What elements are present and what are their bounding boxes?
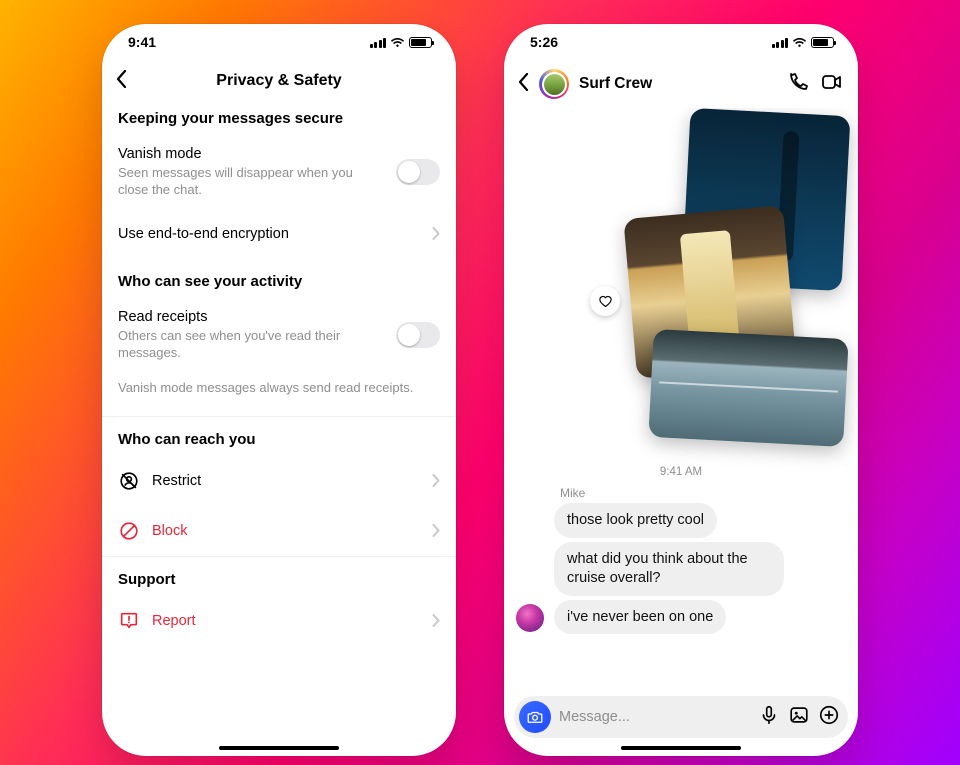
report-icon <box>118 610 140 632</box>
video-icon <box>820 70 844 94</box>
add-button[interactable] <box>818 704 840 731</box>
sender-avatar[interactable] <box>516 604 544 632</box>
read-receipts-title: Read receipts <box>118 308 384 326</box>
media-image-3[interactable] <box>648 329 848 447</box>
home-indicator <box>219 746 339 750</box>
video-call-button[interactable] <box>820 70 844 99</box>
vanish-mode-toggle[interactable] <box>396 159 440 185</box>
plus-circle-icon <box>818 704 840 726</box>
phone-icon <box>786 70 810 94</box>
heart-outline-icon <box>598 294 613 309</box>
camera-icon <box>526 708 544 726</box>
message-row: those look pretty cool <box>516 503 846 538</box>
message-bubble[interactable]: i've never been on one <box>554 600 726 635</box>
back-button[interactable] <box>116 70 127 93</box>
message-bubble[interactable]: what did you think about the cruise over… <box>554 542 784 596</box>
gallery-button[interactable] <box>788 704 810 731</box>
e2ee-title: Use end-to-end encryption <box>118 225 420 243</box>
cell-signal-icon <box>772 37 789 48</box>
cell-signal-icon <box>370 37 387 48</box>
read-receipts-desc: Others can see when you've read their me… <box>118 328 384 362</box>
message-row: i've never been on one <box>516 600 846 635</box>
wifi-icon <box>792 37 807 48</box>
section-reach-heading: Who can reach you <box>102 417 456 456</box>
vanish-mode-row[interactable]: Vanish mode Seen messages will disappear… <box>102 135 456 209</box>
sender-name: Mike <box>560 486 846 500</box>
status-bar: 9:41 <box>102 24 456 60</box>
composer-input[interactable]: Message... <box>559 709 750 725</box>
chevron-right-icon <box>432 474 440 487</box>
thread-title[interactable]: Surf Crew <box>579 75 776 93</box>
read-receipts-toggle[interactable] <box>396 322 440 348</box>
restrict-row[interactable]: Restrict <box>102 456 456 506</box>
media-collage[interactable] <box>596 112 846 452</box>
composer: Message... <box>514 696 848 738</box>
thread-avatar[interactable] <box>539 69 569 99</box>
restrict-icon <box>118 470 140 492</box>
vanish-mode-desc: Seen messages will disappear when you cl… <box>118 165 384 199</box>
page-title: Privacy & Safety <box>216 72 341 90</box>
read-receipts-footnote-row: Vanish mode messages always send read re… <box>102 372 456 416</box>
chevron-right-icon <box>432 614 440 627</box>
report-label: Report <box>152 612 420 630</box>
e2ee-row[interactable]: Use end-to-end encryption <box>102 209 456 259</box>
chevron-right-icon <box>432 524 440 537</box>
section-activity-heading: Who can see your activity <box>102 259 456 298</box>
back-button[interactable] <box>518 73 529 96</box>
block-icon <box>118 520 140 542</box>
report-row[interactable]: Report <box>102 596 456 646</box>
chat-body[interactable]: 9:41 AM Mike those look pretty cool what… <box>504 108 858 688</box>
read-receipts-footnote: Vanish mode messages always send read re… <box>118 380 440 397</box>
chat-nav: Surf Crew <box>504 60 858 108</box>
section-secure-heading: Keeping your messages secure <box>102 102 456 135</box>
block-label: Block <box>152 522 420 540</box>
camera-button[interactable] <box>519 701 551 733</box>
audio-call-button[interactable] <box>786 70 810 99</box>
chevron-left-icon <box>518 73 529 91</box>
section-support-heading: Support <box>102 557 456 596</box>
chevron-right-icon <box>432 227 440 240</box>
mic-icon <box>758 704 780 726</box>
status-right <box>772 37 835 48</box>
message-bubble[interactable]: those look pretty cool <box>554 503 717 538</box>
chat-phone: 5:26 Surf Crew 9:41 AM Mike <box>504 24 858 756</box>
image-icon <box>788 704 810 726</box>
status-bar: 5:26 <box>504 24 858 60</box>
chevron-left-icon <box>116 70 127 88</box>
read-receipts-row[interactable]: Read receipts Others can see when you've… <box>102 298 456 372</box>
voice-button[interactable] <box>758 704 780 731</box>
wifi-icon <box>390 37 405 48</box>
message-row: what did you think about the cruise over… <box>516 542 846 596</box>
status-time: 9:41 <box>128 34 156 50</box>
status-time: 5:26 <box>530 34 558 50</box>
react-button[interactable] <box>590 286 620 316</box>
battery-icon <box>409 37 432 48</box>
home-indicator <box>621 746 741 750</box>
restrict-label: Restrict <box>152 472 420 490</box>
block-row[interactable]: Block <box>102 506 456 556</box>
settings-nav: Privacy & Safety <box>102 60 456 102</box>
vanish-mode-title: Vanish mode <box>118 145 384 163</box>
settings-phone: 9:41 Privacy & Safety Keeping your messa… <box>102 24 456 756</box>
battery-icon <box>811 37 834 48</box>
timestamp: 9:41 AM <box>516 466 846 478</box>
status-right <box>370 37 433 48</box>
